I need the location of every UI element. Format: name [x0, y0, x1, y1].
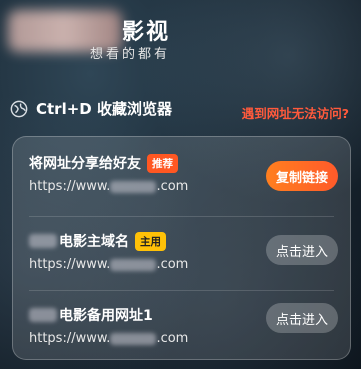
list-item: 电影主域名 主用 https://www. .com 点击进入 — [13, 225, 350, 295]
globe-icon — [10, 100, 28, 117]
row-title-text: 将网址分享给好友 — [29, 156, 141, 172]
unreachable-help-link[interactable]: 遇到网址无法访问? — [242, 103, 349, 122]
recommend-badge: 推荐 — [147, 153, 178, 173]
row-url: https://www. .com — [29, 257, 188, 272]
row-title-text: 电影备用网址1 — [59, 308, 153, 324]
bookmark-hint: Ctrl+D 收藏浏览器 — [10, 98, 172, 119]
title-redacted — [29, 234, 57, 248]
brand-name: 影视 — [122, 20, 171, 45]
row-title: 电影备用网址1 — [29, 305, 153, 325]
row-url: https://www. .com — [29, 179, 188, 194]
url-redacted — [110, 258, 157, 271]
url-suffix: .com — [156, 331, 189, 346]
divider — [29, 216, 334, 217]
copy-link-button[interactable]: 复制链接 — [266, 161, 338, 191]
row-url: https://www. .com — [29, 331, 188, 346]
url-suffix: .com — [156, 179, 189, 194]
list-item: 电影备用网址1 https://www. .com 点击进入 — [13, 299, 350, 369]
divider — [29, 290, 334, 291]
row-title: 将网址分享给好友 推荐 — [29, 153, 178, 173]
url-redacted — [110, 332, 157, 345]
title-redacted — [29, 308, 57, 322]
links-card: 将网址分享给好友 推荐 https://www. .com 复制链接 电影主域名 … — [12, 136, 351, 360]
enter-backup-domain-button[interactable]: 点击进入 — [266, 303, 338, 333]
row-title: 电影主域名 主用 — [29, 231, 166, 251]
url-prefix: https://www. — [29, 257, 111, 272]
header: 影视 想看的都有 — [0, 0, 361, 80]
url-prefix: https://www. — [29, 179, 111, 194]
enter-main-domain-button[interactable]: 点击进入 — [266, 235, 338, 265]
bookmark-text: Ctrl+D 收藏浏览器 — [36, 100, 172, 118]
url-prefix: https://www. — [29, 331, 111, 346]
url-redacted — [110, 180, 157, 193]
main-badge: 主用 — [135, 231, 166, 251]
brand-slogan: 想看的都有 — [90, 47, 171, 62]
row-title-text: 电影主域名 — [59, 234, 129, 250]
list-item: 将网址分享给好友 推荐 https://www. .com 复制链接 — [13, 147, 350, 217]
url-suffix: .com — [156, 257, 189, 272]
